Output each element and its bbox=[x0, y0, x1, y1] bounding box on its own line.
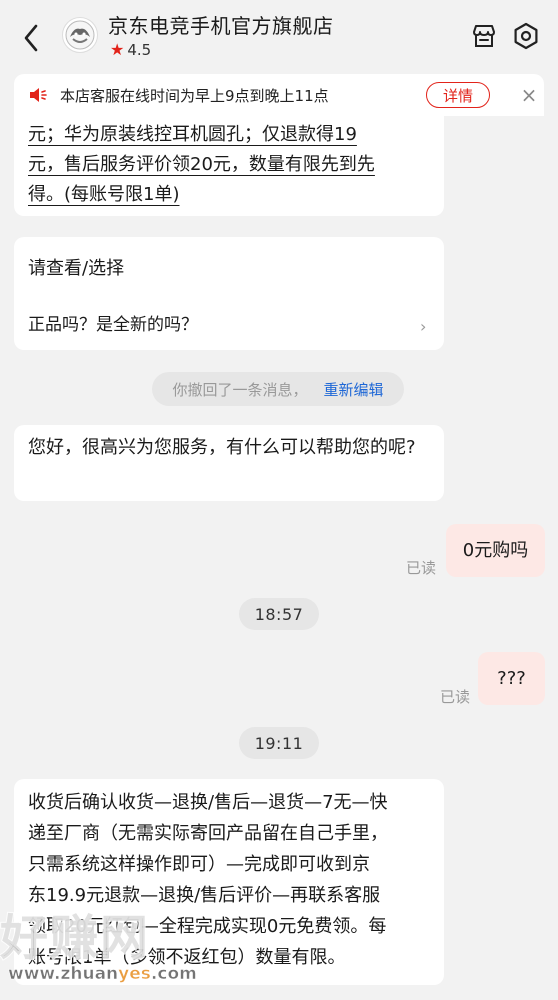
shop-avatar[interactable] bbox=[62, 17, 98, 53]
store-icon bbox=[473, 25, 495, 47]
card-title: 请查看/选择 bbox=[28, 258, 125, 279]
speaker-icon bbox=[30, 88, 47, 102]
message-line: 领取20元红包—全程完成实现0元免费领。每 bbox=[28, 916, 387, 937]
chevron-right-icon[interactable]: › bbox=[420, 312, 426, 342]
read-status: 已读 bbox=[440, 688, 471, 706]
message-line: 收货后确认收货—退换/售后—退货—7无—快 bbox=[28, 792, 388, 813]
shop-name[interactable]: 京东电竞手机官方旗舰店 bbox=[108, 10, 334, 39]
message-line: 只需系统这样操作即可）—完成即可收到京 bbox=[28, 854, 370, 875]
timestamp: 18:57 bbox=[239, 598, 319, 630]
detail-button[interactable]: 详情 bbox=[426, 82, 490, 108]
notice-text: 本店客服在线时间为早上9点到晚上11点 bbox=[60, 87, 329, 105]
promo-line: 元，售后服务评价领20元，数量有限先到先 bbox=[28, 154, 375, 175]
shop-logo-icon bbox=[65, 20, 95, 50]
my-message[interactable]: 0元购吗 bbox=[446, 524, 545, 577]
shop-rating: ★ 4.5 bbox=[110, 40, 151, 59]
timestamp: 19:11 bbox=[239, 727, 319, 759]
chat-header: 京东电竞手机官方旗舰店 ★ 4.5 bbox=[0, 0, 558, 74]
message-line: 递至厂商（无需实际寄回产品留在自己手里， bbox=[28, 823, 388, 844]
settings-button[interactable] bbox=[510, 20, 542, 52]
my-message-text: ??? bbox=[497, 667, 526, 689]
settings-icon bbox=[514, 22, 538, 50]
recall-text: 你撤回了一条消息， bbox=[172, 380, 308, 399]
star-icon: ★ bbox=[110, 40, 125, 59]
close-icon[interactable]: × bbox=[519, 85, 539, 105]
service-hours-notice: 本店客服在线时间为早上9点到晚上11点 详情 × bbox=[14, 74, 544, 116]
message-line: 东19.9元退款—退换/售后评价—再联系客服 bbox=[28, 885, 381, 906]
agent-greeting-message[interactable]: 您好，很高兴为您服务，有什么可以帮助您的呢? bbox=[14, 425, 444, 501]
back-button[interactable] bbox=[16, 20, 46, 56]
message-line: 账号限1单（多领不返红包）数量有限。 bbox=[28, 947, 346, 968]
re-edit-link[interactable]: 重新编辑 bbox=[324, 379, 384, 400]
agent-instructions-message[interactable]: 收货后确认收货—退换/售后—退货—7无—快 递至厂商（无需实际寄回产品留在自己手… bbox=[14, 779, 444, 985]
promo-line: 元；华为原装线控耳机圆孔；仅退款得19 bbox=[28, 124, 357, 145]
my-message[interactable]: ??? bbox=[478, 652, 545, 705]
card-question[interactable]: 正品吗？是全新的吗？ bbox=[28, 310, 198, 340]
promo-message[interactable]: 元；华为原装线控耳机圆孔；仅退款得19 元，售后服务评价领20元，数量有限先到先… bbox=[14, 116, 444, 216]
back-icon bbox=[24, 24, 38, 52]
recall-notice: 你撤回了一条消息， 重新编辑 bbox=[152, 372, 404, 406]
store-button[interactable] bbox=[468, 20, 500, 52]
my-message-text: 0元购吗 bbox=[462, 539, 529, 561]
read-status: 已读 bbox=[406, 559, 437, 577]
rating-value: 4.5 bbox=[127, 40, 152, 59]
promo-line: 得。(每账号限1单) bbox=[28, 184, 180, 205]
question-card: 请查看/选择 正品吗？是全新的吗？ › bbox=[14, 237, 444, 350]
